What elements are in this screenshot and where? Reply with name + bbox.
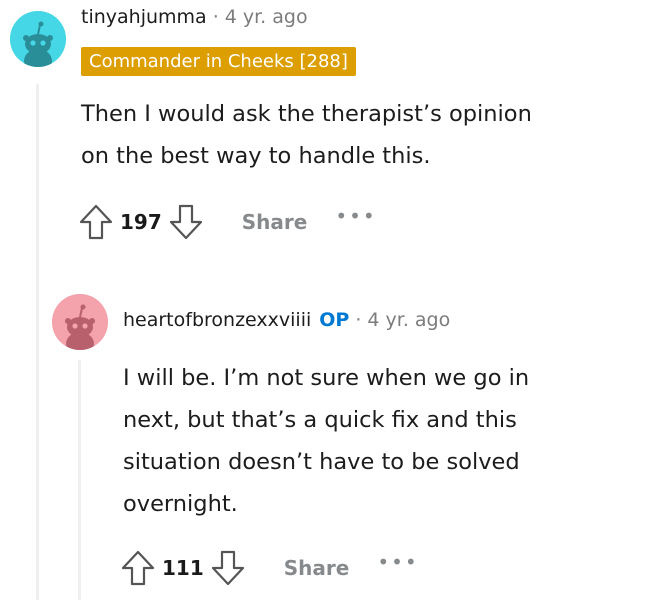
timestamp[interactable]: 4 yr. ago <box>367 309 450 331</box>
upvote-arrow-icon[interactable] <box>78 203 114 241</box>
more-options-button[interactable]: ••• <box>335 204 376 228</box>
thread-line-2[interactable] <box>78 360 81 600</box>
share-button[interactable]: Share <box>284 556 350 580</box>
vote-score: 111 <box>162 556 204 580</box>
comment-body-line: situation doesn’t have to be solved <box>123 449 520 475</box>
downvote-arrow-icon[interactable] <box>168 203 204 241</box>
op-badge: OP <box>319 309 350 331</box>
vote-score: 197 <box>120 210 162 234</box>
comment-actions: 111 Share ••• <box>120 549 419 587</box>
comment-actions: 197 Share ••• <box>78 203 377 241</box>
meta-separator: · <box>355 309 362 331</box>
comment-body-line: I will be. I’m not sure when we go in <box>123 365 530 391</box>
share-button[interactable]: Share <box>242 210 308 234</box>
comment-body: Then I would ask the therapist’s opinion… <box>81 93 532 177</box>
downvote-arrow-icon[interactable] <box>210 549 246 587</box>
comment-body-line: next, but that’s a quick fix and this <box>123 407 517 433</box>
meta-separator: · <box>212 6 219 28</box>
username[interactable]: heartofbronzexxviiii <box>123 309 311 331</box>
snoo-avatar-icon[interactable] <box>52 294 108 350</box>
snoo-avatar-icon[interactable] <box>10 11 66 67</box>
user-flair: Commander in Cheeks [288] <box>81 47 356 76</box>
comment-meta: tinyahjumma · 4 yr. ago <box>81 6 308 28</box>
timestamp[interactable]: 4 yr. ago <box>225 6 308 28</box>
comment-body-line: on the best way to handle this. <box>81 143 431 169</box>
thread-line-1[interactable] <box>36 84 39 600</box>
comment-body-line: overnight. <box>123 491 238 517</box>
comment-meta: heartofbronzexxviiii OP · 4 yr. ago <box>123 309 450 331</box>
username[interactable]: tinyahjumma <box>81 6 207 28</box>
comment-body-line: Then I would ask the therapist’s opinion <box>81 101 532 127</box>
upvote-arrow-icon[interactable] <box>120 549 156 587</box>
more-options-button[interactable]: ••• <box>377 550 418 574</box>
comment-body: I will be. I’m not sure when we go in ne… <box>123 357 529 525</box>
